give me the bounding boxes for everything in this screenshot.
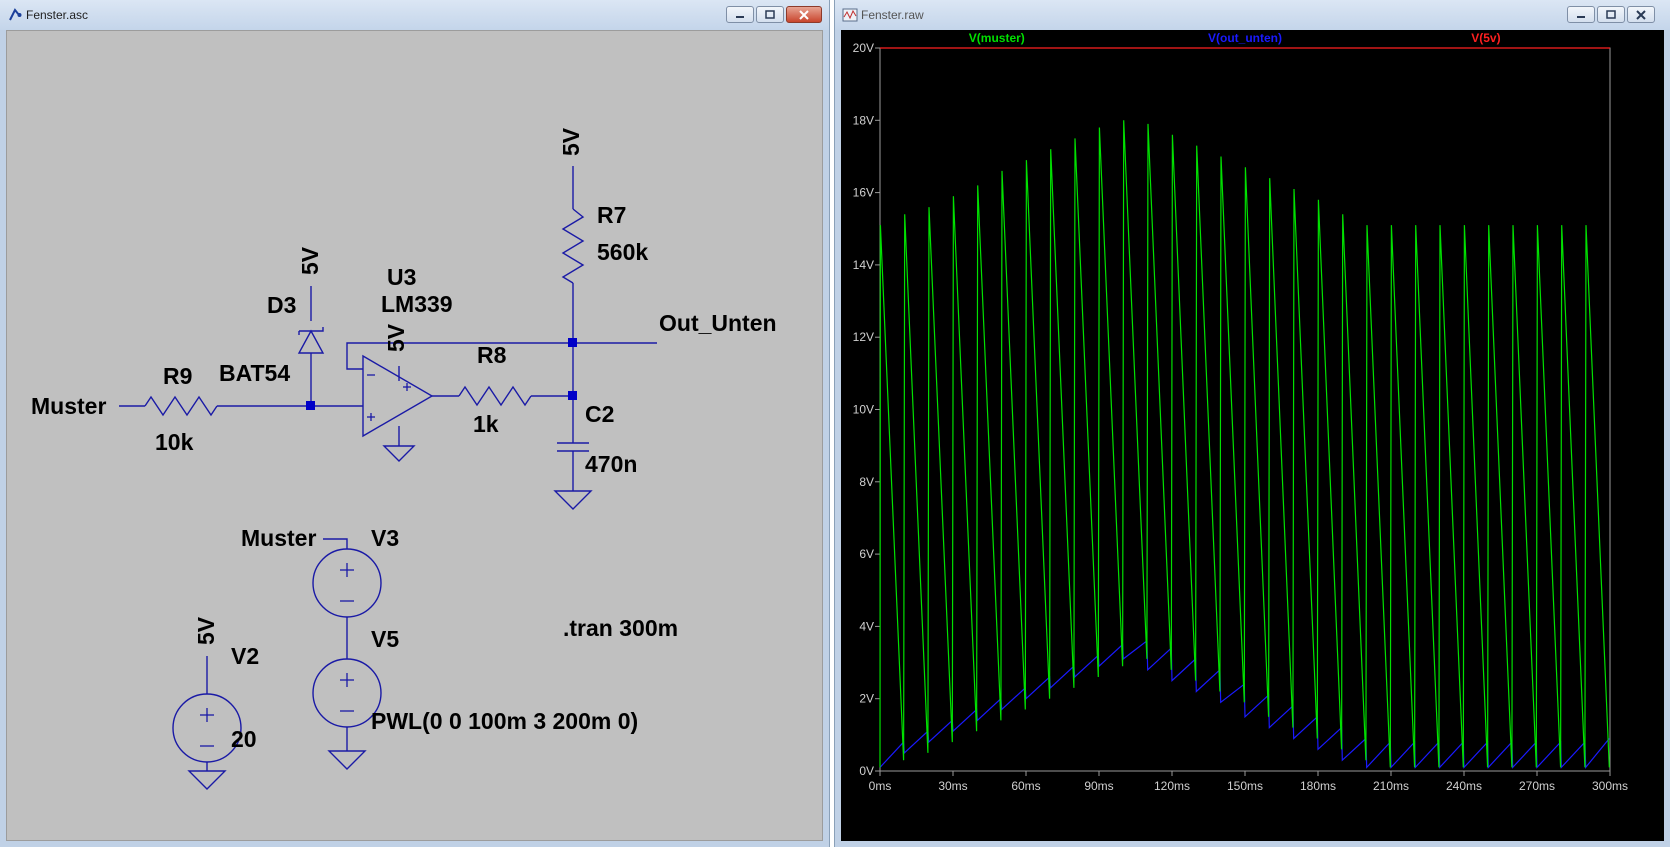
x-tick-label: 270ms	[1519, 779, 1555, 793]
waveform-titlebar[interactable]: Fenster.raw	[835, 0, 1670, 30]
schematic-window-title: Fenster.asc	[26, 8, 89, 22]
label-d3-value: BAT54	[219, 360, 290, 386]
y-tick-label: 14V	[853, 258, 874, 272]
label-muster-in: Muster	[31, 393, 106, 419]
y-tick-label: 4V	[859, 619, 874, 633]
y-tick-label: 16V	[853, 186, 874, 200]
waveform-file-icon	[842, 8, 858, 22]
label-r7-supply: 5V	[558, 127, 584, 156]
close-button[interactable]	[786, 6, 822, 23]
close-button[interactable]	[1627, 6, 1655, 23]
label-u3: U3	[387, 264, 416, 290]
x-tick-label: 240ms	[1446, 779, 1482, 793]
ground-v2	[187, 770, 227, 790]
y-tick-label: 0V	[859, 764, 874, 778]
label-v2-supply: 5V	[193, 616, 219, 645]
label-d3: D3	[267, 292, 296, 318]
x-tick-label: 150ms	[1227, 779, 1263, 793]
label-v2: V2	[231, 643, 259, 669]
label-r8: R8	[477, 342, 507, 368]
x-tick-label: 300ms	[1592, 779, 1628, 793]
legend-v-5v-[interactable]: V(5v)	[1471, 31, 1500, 45]
maximize-icon	[765, 9, 775, 19]
diode-d3-body	[297, 329, 325, 354]
ground-v5	[327, 750, 367, 770]
ground-c2	[553, 490, 593, 510]
wire-feedback	[346, 342, 573, 370]
y-tick-label: 20V	[853, 41, 874, 55]
junction-c2	[568, 391, 577, 400]
minimize-button[interactable]	[1567, 6, 1595, 23]
maximize-button[interactable]	[756, 6, 784, 23]
resistor-r9	[144, 395, 218, 417]
series-muster-line	[879, 120, 1610, 768]
plot-pane[interactable]: 0V 2V 4V 6V 8V 10V 12V 14V 16V 18V 20V 0ms 30ms 60ms 9…	[841, 30, 1664, 841]
waveform-window[interactable]: Fenster.raw 0V 2V 4V 6V 8V 10V 12V 14V 16V 18V 20V…	[834, 0, 1670, 847]
y-tick-label: 18V	[853, 113, 874, 127]
label-r9-value: 10k	[155, 429, 194, 455]
resistor-r7	[561, 208, 585, 284]
minimize-icon	[736, 15, 744, 18]
x-tick-label: 0ms	[869, 779, 892, 793]
y-tick-label: 12V	[853, 330, 874, 344]
opamp-u3	[362, 354, 434, 438]
label-v3-net: Muster	[241, 525, 316, 551]
label-d3-supply: 5V	[297, 246, 323, 275]
y-tick-label: 8V	[859, 475, 874, 489]
resistor-r8	[458, 385, 532, 407]
label-v3: V3	[371, 525, 399, 551]
label-c2: C2	[585, 401, 614, 427]
schematic-window[interactable]: Fenster.asc Muster R9 10k D3 BAT54 U3 LM…	[0, 0, 830, 847]
label-r9: R9	[163, 363, 192, 389]
label-c2-value: 470n	[585, 451, 637, 477]
waveform-window-title: Fenster.raw	[861, 8, 924, 22]
label-r7-value: 560k	[597, 239, 648, 265]
schematic-drawing[interactable]: Muster R9 10k D3 BAT54 U3 LM339 R8 1k R7…	[7, 31, 823, 841]
x-tick-label: 90ms	[1084, 779, 1113, 793]
y-tick-label: 10V	[853, 403, 874, 417]
diode-d3-cathode	[298, 327, 324, 335]
minimize-icon	[1577, 15, 1585, 18]
label-r8-value: 1k	[473, 411, 499, 437]
close-icon	[1636, 9, 1646, 20]
label-out-unten: Out_Unten	[659, 310, 777, 336]
ltspice-schematic-icon	[9, 8, 22, 21]
schematic-canvas[interactable]: Muster R9 10k D3 BAT54 U3 LM339 R8 1k R7…	[6, 30, 823, 841]
waveform-plot[interactable]: 0V 2V 4V 6V 8V 10V 12V 14V 16V 18V 20V 0ms 30ms 60ms 9…	[841, 30, 1664, 841]
junction-out	[568, 338, 577, 347]
label-v5: V5	[371, 626, 399, 652]
label-r7: R7	[597, 202, 626, 228]
label-v5-value: PWL(0 0 100m 3 200m 0)	[371, 708, 638, 734]
y-tick-label: 2V	[859, 692, 874, 706]
x-tick-label: 120ms	[1154, 779, 1190, 793]
y-tick-label: 6V	[859, 547, 874, 561]
maximize-icon	[1606, 9, 1616, 19]
x-tick-label: 180ms	[1300, 779, 1336, 793]
wire-v3-net	[323, 538, 348, 549]
maximize-button[interactable]	[1597, 6, 1625, 23]
close-icon	[799, 9, 809, 20]
source-v3	[312, 548, 382, 618]
x-tick-label: 30ms	[938, 779, 967, 793]
label-u3-value: LM339	[381, 291, 453, 317]
label-v2-value: 20	[231, 726, 257, 752]
minimize-button[interactable]	[726, 6, 754, 23]
x-tick-label: 60ms	[1011, 779, 1040, 793]
legend-v-muster-[interactable]: V(muster)	[969, 31, 1025, 45]
ground-u3	[382, 445, 416, 462]
junction-d3	[306, 401, 315, 410]
legend-v-out-unten-[interactable]: V(out_unten)	[1208, 31, 1282, 45]
spice-directive[interactable]: .tran 300m	[563, 615, 678, 641]
schematic-titlebar[interactable]: Fenster.asc	[0, 0, 829, 30]
label-u3-supply: 5V	[383, 323, 409, 352]
x-tick-label: 210ms	[1373, 779, 1409, 793]
